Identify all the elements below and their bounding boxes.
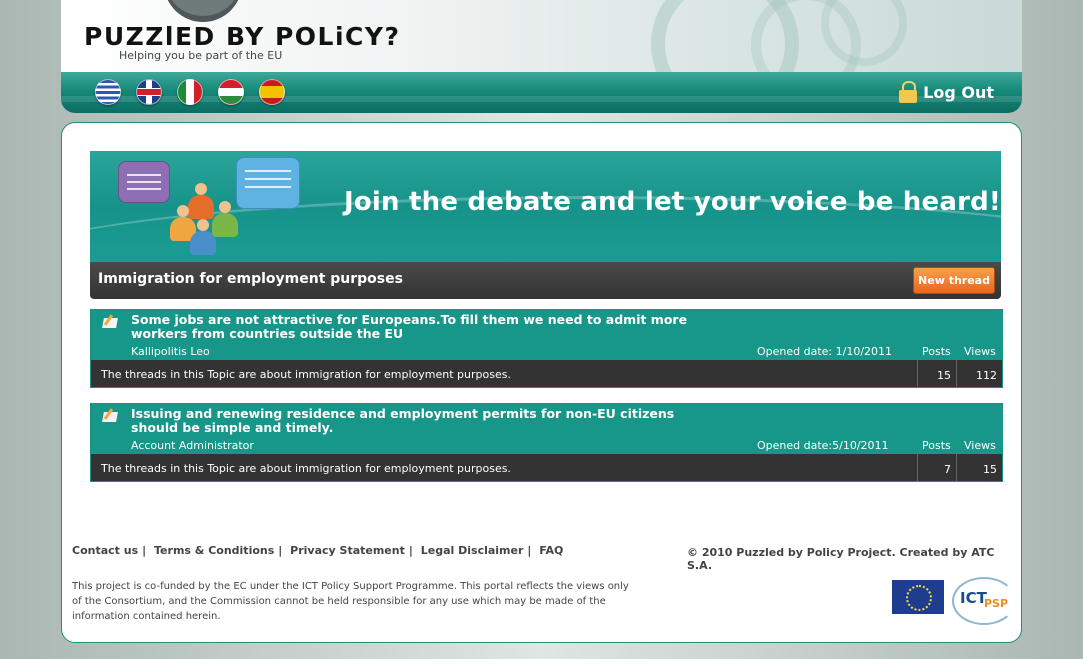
thread-description: The threads in this Topic are about immi…	[101, 368, 511, 381]
spanish-flag-icon[interactable]	[259, 79, 285, 105]
logo-tagline: Helping you be part of the EU	[119, 49, 283, 62]
banner-headline: Join the debate and let your voice be he…	[344, 187, 1001, 217]
greek-flag-icon[interactable]	[95, 79, 121, 105]
new-thread-button[interactable]: New thread	[913, 267, 995, 294]
contact-us-link[interactable]: Contact us	[72, 544, 138, 557]
topic-title: Immigration for employment purposes	[98, 271, 403, 287]
logout-label: Log Out	[923, 82, 994, 102]
speech-bubble-icon	[236, 157, 300, 209]
posts-column-label: Posts	[922, 439, 951, 452]
posts-column-label: Posts	[922, 345, 951, 358]
thread-posts-count: 7	[917, 454, 956, 481]
thread-row: Some jobs are not attractive for Europea…	[90, 309, 1003, 388]
speech-bubble-icon	[118, 161, 170, 203]
views-column-label: Views	[964, 439, 996, 452]
thread-header: Some jobs are not attractive for Europea…	[91, 310, 1002, 360]
thread-row: Issuing and renewing residence and emplo…	[90, 403, 1003, 482]
thread-footer: The threads in this Topic are about immi…	[91, 360, 1002, 387]
thread-title-link[interactable]: Some jobs are not attractive for Europea…	[131, 313, 711, 341]
thread-opened-date: Opened date:5/10/2011	[757, 439, 889, 452]
topic-header: Immigration for employment purposes New …	[90, 262, 1001, 299]
faq-link[interactable]: FAQ	[539, 544, 563, 557]
thread-post-icon	[101, 408, 119, 424]
logo-title[interactable]: PUZZlED BY POLiCY?	[84, 22, 401, 51]
thread-header: Issuing and renewing residence and emplo…	[91, 404, 1002, 454]
navigation-bar: Log Out	[61, 72, 1022, 113]
person-icon	[190, 219, 216, 255]
navbar-stripe	[61, 96, 1022, 102]
thread-views-count: 112	[956, 360, 1002, 387]
debate-banner: Join the debate and let your voice be he…	[90, 151, 1001, 262]
hungarian-flag-icon[interactable]	[218, 79, 244, 105]
lock-icon	[899, 81, 918, 103]
thread-views-count: 15	[956, 454, 1002, 481]
thread-footer: The threads in this Topic are about immi…	[91, 454, 1002, 481]
main-panel: Join the debate and let your voice be he…	[61, 122, 1022, 643]
uk-flag-icon[interactable]	[136, 79, 162, 105]
thread-post-icon	[101, 314, 119, 330]
thread-posts-count: 15	[917, 360, 956, 387]
logout-button[interactable]: Log Out	[899, 81, 994, 103]
views-column-label: Views	[964, 345, 996, 358]
terms-conditions-link[interactable]: Terms & Conditions	[154, 544, 274, 557]
legal-disclaimer-link[interactable]: Legal Disclaimer	[421, 544, 524, 557]
logo-globe-icon	[164, 0, 242, 22]
eu-flag-icon	[892, 580, 944, 614]
thread-author: Kallipolitis Leo	[131, 345, 210, 358]
disclaimer-text: This project is co-funded by the EC unde…	[72, 581, 629, 622]
ict-logo-text: ICT	[960, 589, 987, 607]
copyright-text: © 2010 Puzzled by Policy Project. Create…	[687, 546, 995, 572]
footer-links: Contact us | Terms & Conditions | Privacy …	[72, 544, 564, 557]
thread-opened-date: Opened date: 1/10/2011	[757, 345, 893, 358]
privacy-statement-link[interactable]: Privacy Statement	[290, 544, 405, 557]
psp-logo-text: PSP	[984, 597, 1009, 610]
thread-description: The threads in this Topic are about immi…	[101, 462, 511, 475]
thread-author: Account Administrator	[131, 439, 254, 452]
site-header: PUZZlED BY POLiCY? Helping you be part o…	[61, 0, 1022, 72]
italian-flag-icon[interactable]	[177, 79, 203, 105]
thread-title-link[interactable]: Issuing and renewing residence and emplo…	[131, 407, 711, 435]
ict-psp-logo: ICT PSP	[948, 575, 1016, 625]
